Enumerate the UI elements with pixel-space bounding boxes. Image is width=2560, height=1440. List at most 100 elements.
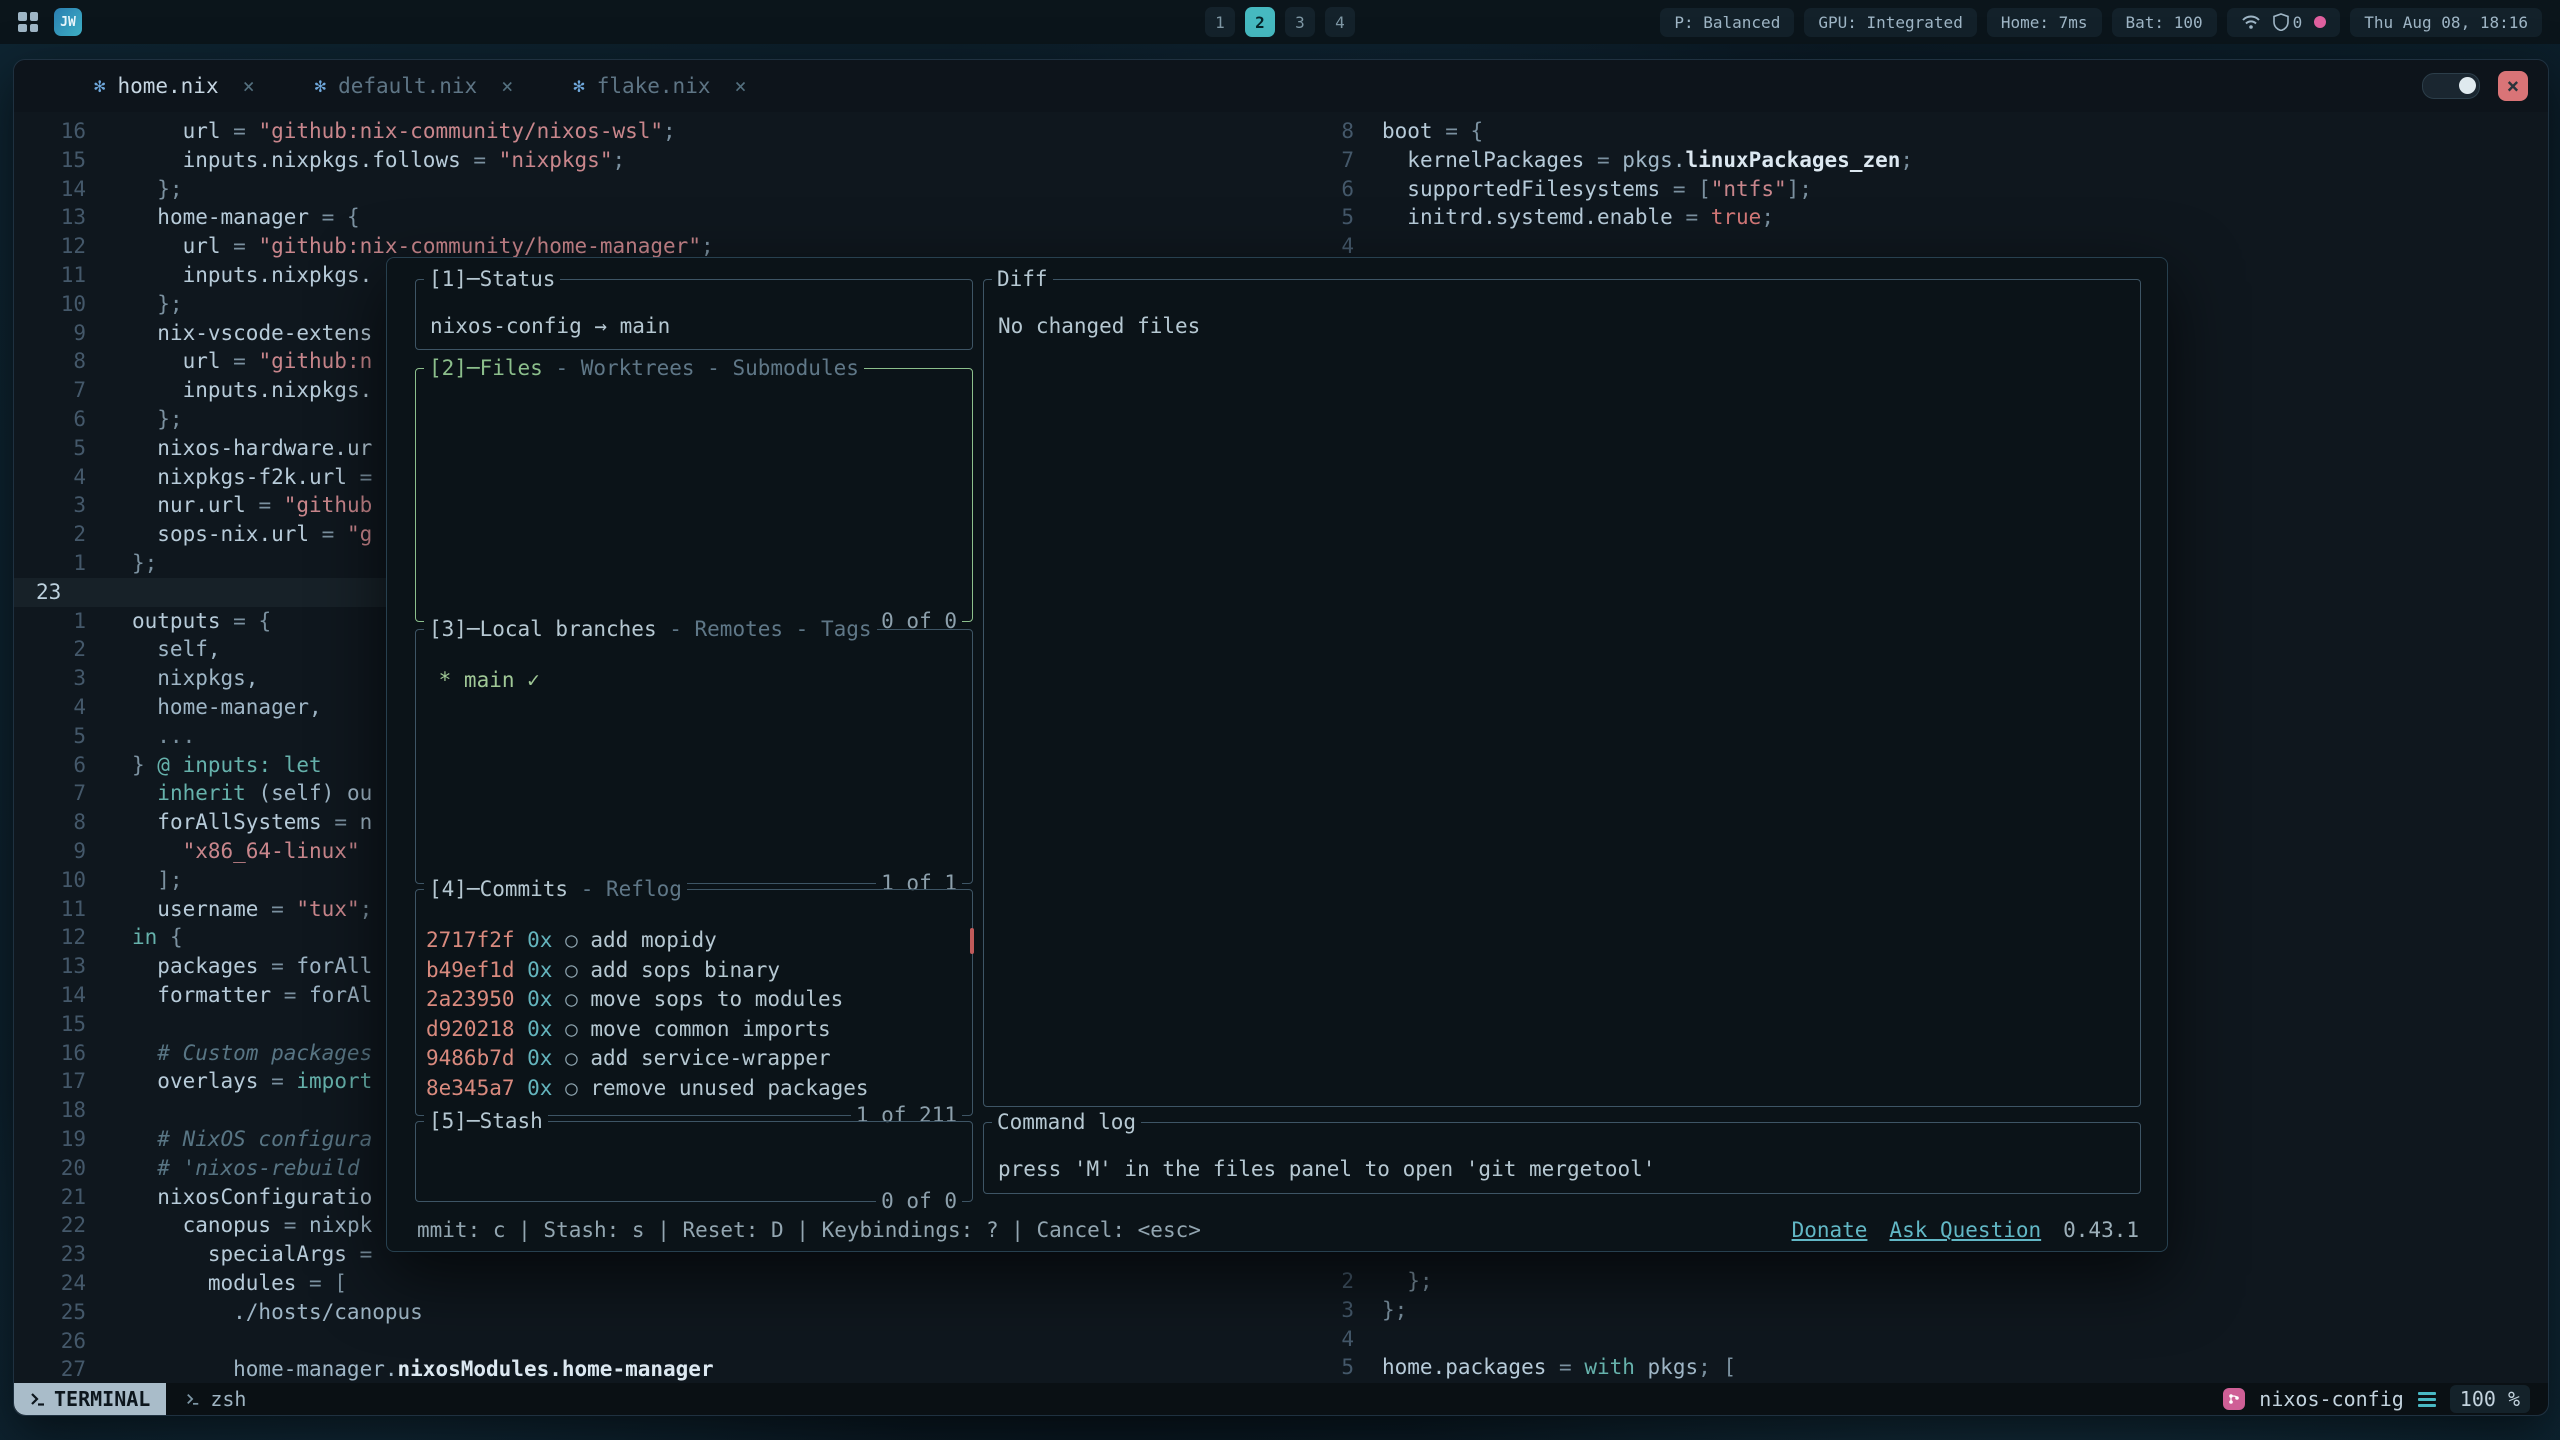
ask-question-link[interactable]: Ask Question [1889,1218,2041,1242]
status-pill-1: GPU: Integrated [1804,8,1977,37]
line-number: 20 [14,1154,114,1183]
workspace-2[interactable]: 2 [1245,7,1275,37]
terminal-icon [30,1391,46,1407]
code-text: home.packages = with pkgs; [ [1362,1353,1736,1382]
panel-title: Diff [992,265,1053,294]
panel-title: [1]─Status [424,265,560,294]
system-tray[interactable]: 0 [2227,8,2341,37]
tab-label: home.nix [117,74,218,98]
clock: Thu Aug 08, 18:16 [2350,8,2542,37]
terminal-tab-zsh[interactable]: zsh [166,1387,266,1411]
commit-row[interactable]: 8e345a7 0x ○ remove unused packages [426,1074,962,1104]
app-launcher-icon[interactable] [18,12,38,32]
workspace-1[interactable]: 1 [1205,7,1235,37]
lines-icon [2418,1392,2436,1407]
window-close-button[interactable]: × [2498,71,2528,101]
lazygit-panel-files[interactable]: [2]─Files - Worktrees - Submodules 0 of … [415,368,973,622]
top-bar: JW 1234 P: Balanced GPU: Integrated Home: … [0,0,2560,44]
line-number: 5 [14,434,114,463]
editor-statusbar: TERMINAL zsh nixos-config 100 % [14,1383,2548,1415]
branch-row[interactable]: * main ✓ [426,666,962,696]
workspace-4[interactable]: 4 [1325,7,1355,37]
line-number: 13 [14,203,114,232]
commits-scrollbar[interactable] [970,928,974,954]
workspace-3[interactable]: 3 [1285,7,1315,37]
lazygit-window[interactable]: [1]─Status nixos-config → main [2]─Files… [386,257,2168,1252]
code-text: "x86_64-linux" [114,837,360,866]
shell-icon [186,1392,200,1406]
line-number: 10 [14,290,114,319]
line-number: 5 [14,722,114,751]
lazygit-panel-command-log[interactable]: Command log press 'M' in the files panel… [983,1122,2141,1194]
code-line: 2 }; [1326,1267,2548,1296]
tab-close-icon[interactable]: × [243,74,255,98]
line-number: 4 [1326,1325,1362,1354]
tab-close-icon[interactable]: × [501,74,513,98]
command-log-content: press 'M' in the files panel to open 'gi… [984,1123,2140,1189]
line-number: 15 [14,1010,114,1039]
panel-title: [4]─Commits - Reflog [424,875,687,904]
tab-bar: ✻home.nix×✻default.nix×✻flake.nix× × [14,60,2548,112]
code-text: specialArgs = [114,1240,372,1269]
line-number: 2 [1326,1267,1362,1296]
tab-flake.nix[interactable]: ✻flake.nix× [573,74,746,98]
commit-row[interactable]: d920218 0x ○ move common imports [426,1015,962,1045]
nix-icon: ✻ [94,75,105,97]
code-text: canopus = nixpk [114,1211,372,1240]
code-text: modules = [ [114,1269,347,1298]
code-text: ./hosts/canopus [114,1298,423,1327]
tab-close-icon[interactable]: × [734,74,746,98]
palette-icon [2314,16,2326,28]
line-number: 23 [14,578,114,607]
commit-row[interactable]: b49ef1d 0x ○ add sops binary [426,956,962,986]
line-number: 12 [14,923,114,952]
line-number: 19 [14,1125,114,1154]
line-number: 7 [14,779,114,808]
line-number: 5 [1326,1353,1362,1382]
status-pill-0: P: Balanced [1660,8,1794,37]
tab-default.nix[interactable]: ✻default.nix× [315,74,514,98]
shield-icon [2273,13,2289,31]
window-toggle[interactable] [2422,73,2480,99]
commit-row[interactable]: 2a23950 0x ○ move sops to modules [426,985,962,1015]
line-number: 8 [14,347,114,376]
panel-title: [3]─Local branches - Remotes - Tags [424,615,877,644]
code-line: 25 ./hosts/canopus [14,1298,1320,1327]
commit-row[interactable]: 2717f2f 0x ○ add mopidy [426,926,962,956]
code-text [114,1010,132,1039]
line-number: 15 [14,146,114,175]
lazygit-panel-branches[interactable]: [3]─Local branches - Remotes - Tags * ma… [415,629,973,884]
code-text: }; [1362,1296,1407,1325]
commit-row[interactable]: 9486b7d 0x ○ add service-wrapper [426,1044,962,1074]
lazygit-panel-diff[interactable]: Diff No changed files [983,279,2141,1107]
shield-count: 0 [2293,13,2303,32]
panel-title: Command log [992,1108,1141,1137]
donate-link[interactable]: Donate [1792,1218,1868,1242]
line-number: 3 [14,664,114,693]
logo-badge[interactable]: JW [54,8,82,36]
panel-title: [2]─Files - Worktrees - Submodules [424,354,864,383]
lazygit-panel-commits[interactable]: [4]─Commits - Reflog 2717f2f 0x ○ add mo… [415,889,973,1116]
status-pill-2: Home: 7ms [1987,8,2102,37]
lazygit-panel-stash[interactable]: [5]─Stash 0 of 0 [415,1121,973,1202]
tab-home.nix[interactable]: ✻ home.nix × [94,74,255,98]
line-number: 7 [14,376,114,405]
code-text: overlays = import [114,1067,372,1096]
code-text: }; [114,549,157,578]
code-text: nixpkgs, [114,664,258,693]
code-text: nix-vscode-extens [114,319,372,348]
code-text: in { [114,923,183,952]
editor-content[interactable]: 16 url = "github:nix-community/nixos-wsl… [14,112,2548,1383]
line-number: 27 [14,1355,114,1383]
code-text [114,1327,132,1356]
code-text: inputs.nixpkgs. [114,261,372,290]
code-line: 4 [1326,1325,2548,1354]
line-number: 4 [14,693,114,722]
code-text: }; [114,290,183,319]
line-number: 26 [14,1327,114,1356]
lazygit-panel-status[interactable]: [1]─Status nixos-config → main [415,279,973,350]
code-text: sops-nix.url = "g [114,520,372,549]
line-number: 9 [14,837,114,866]
repo-name: nixos-config [2259,1387,2404,1411]
line-number: 17 [14,1067,114,1096]
